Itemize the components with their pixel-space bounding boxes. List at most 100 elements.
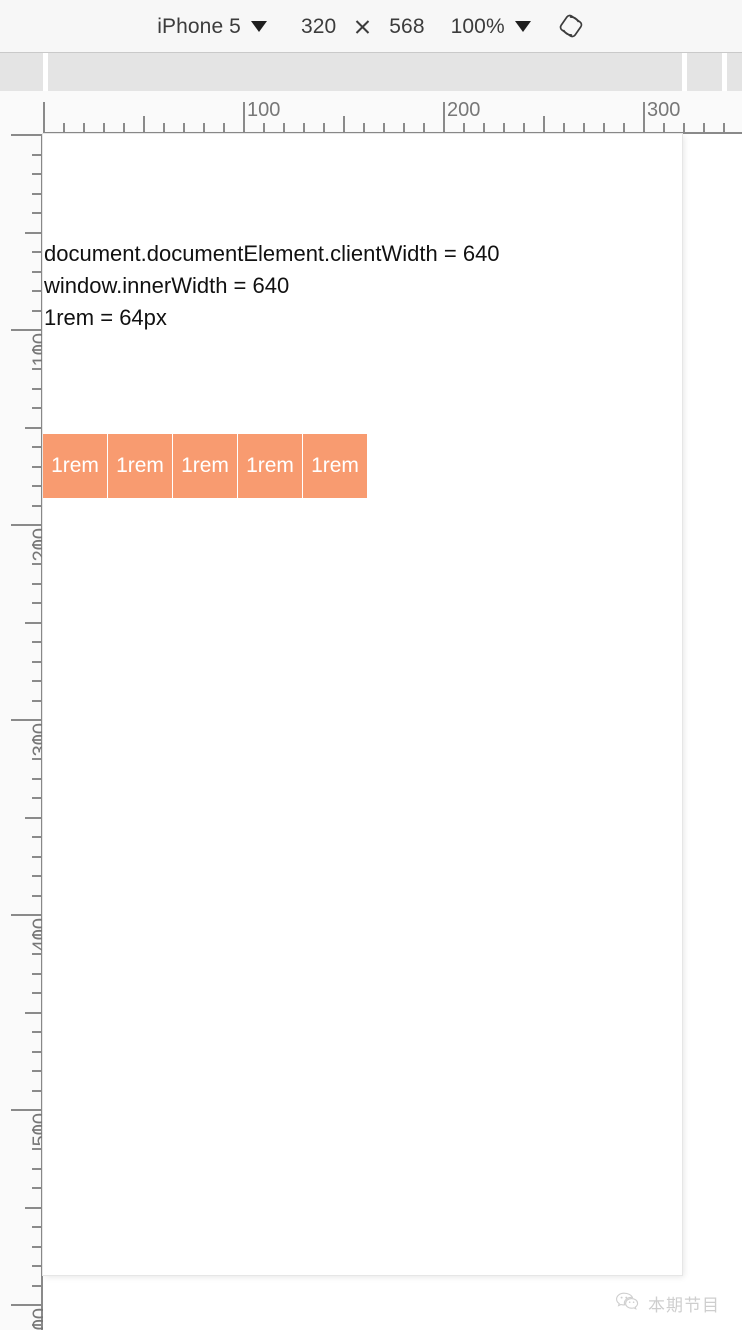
- ruler-tick: [32, 1070, 41, 1072]
- device-emulation-toolbar: iPhone 5 320 568 100%: [0, 0, 742, 53]
- ruler-tick: [32, 251, 41, 253]
- ruler-tick: [403, 123, 405, 132]
- ruler-tick: [32, 485, 41, 487]
- ruler-tick: [25, 231, 41, 234]
- ruler-tick: [32, 173, 41, 175]
- rem-box: 1rem: [238, 434, 302, 498]
- info-text-block: document.documentElement.clientWidth = 6…: [44, 238, 500, 334]
- ruler-tick: [11, 524, 41, 526]
- ruler-tick: [32, 855, 41, 858]
- ruler-tick: [32, 1031, 41, 1033]
- ruler-tick: [563, 123, 565, 132]
- ruler-tick: [25, 426, 41, 429]
- chevron-down-icon[interactable]: [514, 20, 531, 32]
- ruler-tick: [32, 1148, 41, 1150]
- ruler-tick: [32, 1245, 41, 1248]
- info-line-inner-width: window.innerWidth = 640: [44, 273, 290, 298]
- multiply-icon: [354, 18, 371, 35]
- ruler-tick: [363, 123, 365, 132]
- ruler-tick: [383, 123, 385, 132]
- band-divider-far-right: [722, 53, 727, 91]
- ruler-label: 100: [247, 99, 281, 121]
- ruler-label: 200: [447, 99, 481, 121]
- ruler-tick: [32, 212, 41, 214]
- ruler-tick: [123, 123, 125, 132]
- ruler-tick: [483, 123, 485, 132]
- ruler-tick: [32, 446, 41, 448]
- ruler-tick: [443, 102, 445, 132]
- watermark-text: 本期节目: [648, 1296, 720, 1315]
- ruler-tick: [463, 123, 465, 132]
- ruler-tick: [543, 116, 545, 132]
- viewport-height-value: 568: [389, 14, 425, 38]
- ruler-tick: [343, 116, 345, 132]
- device-selector[interactable]: iPhone 5: [157, 16, 267, 37]
- ruler-tick: [32, 368, 41, 370]
- ruler-label: 100: [29, 333, 43, 367]
- zoom-level-label: 100%: [450, 14, 505, 38]
- ruler-tick: [423, 123, 425, 132]
- ruler-tick: [32, 875, 41, 877]
- ruler-tick: [32, 992, 41, 994]
- ruler-label: 400: [29, 918, 43, 952]
- ruler-tick: [243, 102, 245, 132]
- ruler-tick: [603, 123, 605, 132]
- info-line-client-width: document.documentElement.clientWidth = 6…: [44, 241, 500, 266]
- ruler-tick: [25, 621, 41, 624]
- ruler-tick: [32, 777, 41, 780]
- ruler-tick: [32, 407, 41, 409]
- ruler-tick: [32, 1265, 41, 1267]
- chevron-down-icon[interactable]: [250, 20, 267, 32]
- ruler-tick: [32, 270, 41, 273]
- ruler-tick: [32, 563, 41, 565]
- ruler-tick: [11, 1109, 41, 1111]
- ruler-tick: [643, 102, 645, 132]
- viewport-width-value: 320: [300, 14, 337, 38]
- band-divider-left: [43, 53, 48, 91]
- ruler-tick: [32, 153, 41, 156]
- viewport-height-input[interactable]: 568: [389, 16, 424, 37]
- ruler-tick: [32, 387, 41, 390]
- ruler-tick: [32, 660, 41, 663]
- zoom-selector[interactable]: 100%: [451, 16, 531, 37]
- ruler-tick: [163, 123, 165, 132]
- ruler-label: 300: [647, 99, 681, 121]
- ruler-tick: [32, 836, 41, 838]
- ruler-tick: [11, 719, 41, 721]
- ruler-tick: [683, 123, 685, 132]
- ruler-tick: [283, 123, 285, 132]
- ruler-tick: [623, 123, 625, 132]
- ruler-tick: [303, 123, 305, 132]
- ruler-tick: [43, 102, 45, 132]
- rem-box: 1rem: [43, 434, 107, 498]
- ruler-tick: [32, 309, 41, 312]
- ruler-tick: [32, 192, 41, 195]
- ruler-tick: [32, 602, 41, 604]
- ruler-tick: [63, 123, 65, 132]
- ruler-tick: [25, 1011, 41, 1014]
- ruler-tick: [32, 797, 41, 799]
- ruler-label: 200: [29, 528, 43, 562]
- ruler-tick: [583, 123, 585, 132]
- horizontal-ruler[interactable]: 100 200 300: [0, 91, 742, 134]
- wechat-icon: [615, 1291, 639, 1316]
- rotate-device-icon[interactable]: [557, 12, 585, 40]
- ruler-tick: [32, 504, 41, 507]
- ruler-tick: [183, 123, 185, 132]
- ruler-tick: [223, 123, 225, 132]
- ruler-tick: [203, 123, 205, 132]
- rem-box: 1rem: [108, 434, 172, 498]
- ruler-tick: [25, 816, 41, 819]
- ruler-tick: [32, 894, 41, 897]
- ruler-tick: [523, 123, 525, 132]
- ruler-tick: [32, 699, 41, 702]
- ruler-tick: [103, 123, 105, 132]
- vertical-ruler[interactable]: 100 200 300 400 500 600: [0, 134, 43, 1330]
- viewport-width-input[interactable]: 320: [301, 16, 336, 37]
- ruler-tick: [83, 123, 85, 132]
- device-viewport[interactable]: document.documentElement.clientWidth = 6…: [43, 134, 682, 1275]
- watermark: 本期节目: [615, 1291, 720, 1316]
- ruler-label: 500: [29, 1113, 43, 1147]
- ruler-tick: [11, 914, 41, 916]
- ruler-tick: [11, 329, 41, 331]
